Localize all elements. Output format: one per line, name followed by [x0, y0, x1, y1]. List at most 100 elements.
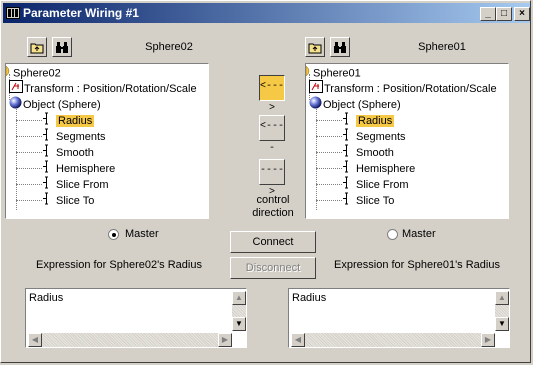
left-expression-label: Expression for Sphere02's Radius [36, 259, 202, 271]
scroll-up-icon: ▲ [498, 293, 506, 302]
tree-item[interactable]: Slice To [342, 192, 394, 208]
tree-item-label: Object (Sphere) [323, 98, 401, 111]
left-horizontal-scrollbar[interactable] [28, 333, 232, 347]
tree-item-label: Hemisphere [356, 162, 416, 175]
connect-label: Connect [252, 236, 294, 248]
close-button[interactable]: × [514, 7, 530, 21]
left-scroll-left-button[interactable]: ◀ [28, 333, 42, 347]
tree-connector [16, 120, 42, 121]
tree-item-label: Slice From [56, 178, 109, 191]
right-scroll-right-button[interactable]: ▶ [481, 333, 495, 347]
tree-connector [316, 106, 317, 210]
window-title: Parameter Wiring #1 [23, 6, 139, 20]
tree-connector [316, 184, 342, 185]
tree-item[interactable]: Hemisphere [42, 160, 115, 176]
maximize-button[interactable]: □ [496, 7, 512, 21]
tree-item[interactable]: Segments [42, 128, 106, 144]
tree-item-label: Segments [56, 130, 106, 143]
tree-item-label: Slice To [56, 194, 95, 207]
tree-item[interactable]: Slice From [42, 176, 109, 192]
tree-item[interactable]: Object (Sphere) [9, 96, 101, 112]
bidirectional-arrow-label: <---> [260, 81, 285, 114]
right-scroll-up-button[interactable]: ▲ [495, 291, 509, 305]
right-object-name: Sphere01 [418, 41, 466, 53]
app-icon [6, 7, 20, 19]
tree-item-label: Hemisphere [56, 162, 116, 175]
tree-item[interactable]: Radius [42, 112, 95, 128]
scroll-right-icon: ▶ [221, 335, 229, 344]
tree-item[interactable]: Radius [342, 112, 395, 128]
left-expression-textarea[interactable]: Radius ▲ ▼ ◀ ▶ [25, 288, 247, 348]
right-expression-textarea[interactable]: Radius ▲ ▼ ◀ ▶ [288, 288, 510, 348]
connect-button[interactable]: Connect [230, 231, 316, 253]
param-icon [42, 192, 50, 210]
tree-item[interactable]: Slice From [342, 176, 409, 192]
tree-connector [316, 168, 342, 169]
right-expression-label: Expression for Sphere01's Radius [334, 259, 500, 271]
left-scroll-down-button[interactable]: ▼ [232, 317, 246, 331]
tree-connector [16, 200, 42, 201]
tree-connector [16, 152, 42, 153]
minimize-icon: _ [485, 8, 491, 19]
tree-item[interactable]: Sphere01 [306, 64, 361, 80]
tree-item[interactable]: Transform : Position/Rotation/Scale [9, 80, 197, 96]
left-scroll-right-button[interactable]: ▶ [218, 333, 232, 347]
right-master-radio[interactable] [387, 229, 398, 240]
scroll-left-icon: ◀ [31, 335, 39, 344]
tree-item-label: Radius [356, 114, 395, 127]
tree-item[interactable]: Hemisphere [342, 160, 415, 176]
folder-up-icon [30, 43, 44, 54]
minimize-button[interactable]: _ [480, 7, 496, 21]
right-scroll-left-button[interactable]: ◀ [291, 333, 305, 347]
tree-connector [316, 200, 342, 201]
tree-connector [16, 136, 42, 137]
sphere-icon [309, 96, 322, 114]
tree-connector [16, 168, 42, 169]
left-parameter-tree[interactable]: Sphere02 Transform : Position/Rotation/Sc… [5, 63, 209, 219]
param-icon [342, 192, 350, 210]
tree-item[interactable]: Object (Sphere) [309, 96, 401, 112]
left-object-name: Sphere02 [145, 41, 193, 53]
tree-item-label: Smooth [56, 146, 94, 159]
scroll-up-icon: ▲ [235, 293, 243, 302]
folder-up-icon [308, 43, 322, 54]
right-pick-object-button[interactable] [330, 37, 350, 57]
tree-item[interactable]: Segments [342, 128, 406, 144]
control-direction-label: control direction [247, 194, 299, 220]
right-parameter-tree[interactable]: Sphere01 Transform : Position/Rotation/Sc… [305, 63, 509, 219]
tree-item[interactable]: Sphere02 [6, 64, 61, 80]
right-up-level-button[interactable] [305, 37, 325, 57]
bidirectional-control-button[interactable]: <---> [259, 75, 285, 114]
tree-item-label: Segments [356, 130, 406, 143]
left-up-level-button[interactable] [27, 37, 47, 57]
right-horizontal-scrollbar[interactable] [291, 333, 495, 347]
tree-item-label: Sphere01 [313, 67, 361, 80]
tree-connector [316, 136, 342, 137]
maximize-icon: □ [500, 8, 508, 19]
sphere-icon [9, 96, 22, 114]
right-scroll-down-button[interactable]: ▼ [495, 317, 509, 331]
left-expression-text: Radius [29, 292, 64, 304]
right-control-direction-button[interactable]: ----> [259, 159, 285, 198]
title-bar[interactable]: Parameter Wiring #1 _ □ × [3, 3, 530, 23]
tree-item[interactable]: Slice To [42, 192, 94, 208]
binoculars-icon [334, 42, 346, 53]
disconnect-button[interactable]: Disconnect [230, 257, 316, 279]
scroll-down-icon: ▼ [235, 319, 243, 328]
tree-item-label: Radius [56, 114, 95, 127]
left-master-radio[interactable] [108, 229, 119, 240]
tree-item-label: Sphere02 [13, 67, 61, 80]
tree-item[interactable]: Transform : Position/Rotation/Scale [309, 80, 497, 96]
binoculars-icon [56, 42, 68, 53]
tree-item-label: Slice From [356, 178, 409, 191]
tree-item[interactable]: Smooth [342, 144, 394, 160]
tree-item[interactable]: Smooth [42, 144, 94, 160]
tree-item-label: Slice To [356, 194, 395, 207]
left-scroll-up-button[interactable]: ▲ [232, 291, 246, 305]
tree-item-label: Transform : Position/Rotation/Scale [324, 82, 497, 95]
scroll-down-icon: ▼ [498, 319, 506, 328]
control-direction-line1: control [256, 194, 290, 206]
right-master-label: Master [402, 228, 436, 240]
left-pick-object-button[interactable] [52, 37, 72, 57]
left-control-direction-button[interactable]: <---- [259, 115, 285, 154]
